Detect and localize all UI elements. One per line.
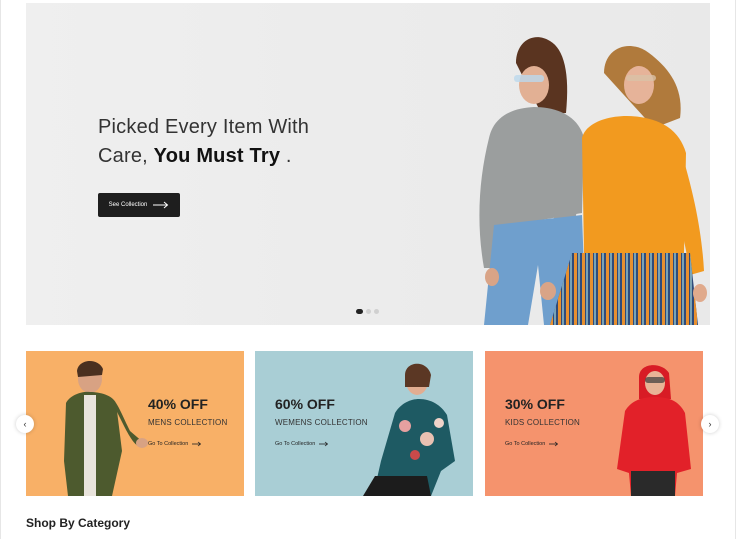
banner-kids[interactable]: 30% OFF KIDS COLLECTION Go To Collection [485,351,703,496]
hero-title-emphasis: You Must Try [153,145,281,167]
go-to-collection-label: Go To Collection [275,441,316,447]
go-to-collection-label: Go To Collection [148,441,189,447]
slider-dots [356,309,379,314]
section-title: Shop By Category [26,516,131,530]
go-to-collection-link[interactable]: Go To Collection [505,441,559,447]
banner-collection: KIDS COLLECTION [505,418,581,427]
hero-models-image [479,37,707,325]
arrow-right-icon [153,201,169,209]
go-to-collection-link[interactable]: Go To Collection [148,441,202,447]
banner-womens[interactable]: 60% OFF WEMENS COLLECTION Go To Collecti… [255,351,473,496]
see-collection-label: See Collection [108,202,148,208]
slider-dot-1[interactable] [356,309,363,314]
hero-title-line1: Picked Every Item With [98,116,310,138]
go-to-collection-label: Go To Collection [505,441,546,447]
arrow-right-icon [192,441,202,447]
go-to-collection-link[interactable]: Go To Collection [275,441,329,447]
hero-title-prefix: Care, [98,145,154,167]
chevron-right-icon: › [708,419,712,429]
slider-dot-2[interactable] [366,309,371,314]
banner-collection: WEMENS COLLECTION [275,418,368,427]
banner-discount: 60% OFF [275,396,335,412]
carousel-next-button[interactable]: › [701,415,719,433]
arrow-right-icon [549,441,559,447]
hero-slider: Picked Every Item With Care, You Must Tr… [26,3,710,325]
chevron-left-icon: ‹ [23,419,27,429]
carousel-prev-button[interactable]: ‹ [16,415,34,433]
frame-border-left [0,0,1,539]
hero-title-line2: Care, You Must Try . [98,142,398,171]
banner-collection: MENS COLLECTION [148,418,228,427]
banner-discount: 40% OFF [148,396,208,412]
hero-title: Picked Every Item With Care, You Must Tr… [98,113,398,171]
banner-discount: 30% OFF [505,396,565,412]
see-collection-button[interactable]: See Collection [98,193,180,217]
hero-title-suffix: . [280,145,292,167]
slider-dot-3[interactable] [374,309,379,314]
arrow-right-icon [319,441,329,447]
banner-mens[interactable]: 40% OFF MENS COLLECTION Go To Collection [26,351,244,496]
